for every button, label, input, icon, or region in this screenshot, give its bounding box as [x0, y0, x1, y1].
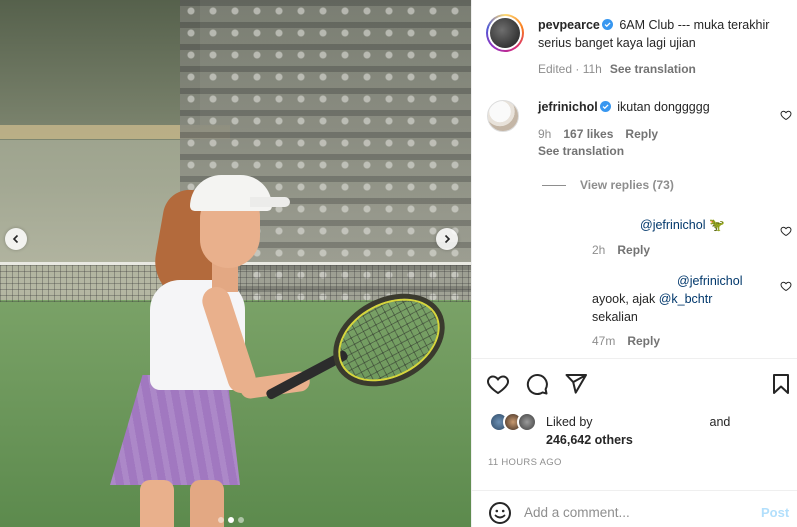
next-photo-button[interactable]	[436, 228, 458, 250]
replies-divider-line	[542, 184, 566, 186]
verified-badge-icon	[599, 101, 611, 112]
reply-like-heart-icon[interactable]	[780, 225, 792, 237]
comment-see-translation-link[interactable]: See translation	[538, 144, 624, 158]
post-actions	[486, 372, 588, 396]
comment-composer: Post	[472, 490, 797, 527]
author-username[interactable]: pevpearce	[538, 18, 600, 32]
reply-mention[interactable]: @jefrinichol	[677, 274, 743, 288]
reply-mention[interactable]: @jefrinichol	[640, 218, 706, 232]
like-heart-icon[interactable]	[486, 372, 510, 396]
comment-bubble-icon[interactable]	[525, 372, 549, 396]
comment-reply-button[interactable]: Reply	[625, 127, 658, 141]
author-avatar[interactable]	[486, 14, 524, 52]
previous-photo-button[interactable]	[5, 228, 27, 250]
skirt-pleats	[110, 375, 240, 485]
comment-like-heart-icon[interactable]	[780, 109, 792, 121]
post-comment-button[interactable]: Post	[761, 505, 789, 520]
comment-likes[interactable]: 167 likes	[563, 127, 613, 141]
comment-time: 9h	[538, 127, 552, 141]
share-paper-plane-icon[interactable]	[564, 372, 588, 396]
carousel-indicator	[218, 517, 244, 523]
liked-by-label: Liked by	[546, 415, 593, 429]
liked-and-label: and	[709, 415, 731, 429]
section-divider	[472, 358, 797, 359]
tennis-player	[100, 170, 340, 527]
emoji-smiley-icon[interactable]	[488, 501, 512, 525]
reply-meta: 47m Reply	[592, 334, 660, 348]
carousel-dot-active	[228, 517, 234, 523]
reply-like-heart-icon[interactable]	[780, 280, 792, 292]
reply-reply-button[interactable]: Reply	[617, 243, 650, 257]
save-bookmark-icon[interactable]	[769, 372, 793, 396]
liker-avatars[interactable]	[489, 412, 543, 434]
comment-meta: 9h 167 likes Reply	[538, 127, 658, 141]
reply-text: ayook, ajak @k_bchtr sekalian	[592, 290, 782, 326]
view-replies-label: View replies (73)	[580, 178, 674, 192]
comment-body: ikutan donggggg	[617, 100, 710, 114]
player-leg	[140, 480, 174, 527]
post-sidebar: pevpearce 6AM Club --- muka terakhir ser…	[471, 0, 797, 527]
reply-time: 2h	[592, 243, 606, 257]
reply-reply-button[interactable]: Reply	[627, 334, 660, 348]
likes-count-link[interactable]: 246,642 others	[546, 431, 786, 449]
chevron-left-icon	[12, 234, 19, 244]
reply-mention-line: @jefrinichol	[677, 272, 743, 290]
commenter-avatar[interactable]	[487, 100, 519, 132]
likes-summary: Liked by and 246,642 others	[546, 413, 786, 449]
liker-avatar	[517, 412, 537, 432]
reply-body-suffix: sekalian	[592, 310, 638, 324]
reply-body-prefix: ayook, ajak	[592, 292, 659, 306]
reply-text: @jefrinichol 🦖	[640, 216, 725, 234]
caption-meta: Edited · 11h See translation	[538, 62, 696, 76]
cap-brim	[250, 197, 290, 207]
reply-meta: 2h Reply	[592, 243, 650, 257]
stadium-roof	[0, 0, 200, 140]
verified-badge-icon	[601, 19, 613, 30]
edited-timestamp: Edited · 11h	[538, 62, 602, 76]
dinosaur-emoji: 🦖	[708, 218, 725, 232]
add-comment-input[interactable]	[524, 500, 744, 524]
chevron-right-icon	[444, 234, 451, 244]
carousel-dot	[218, 517, 224, 523]
reply-body-mention[interactable]: @k_bchtr	[659, 292, 713, 306]
comment-text: jefrinichol ikutan donggggg	[538, 98, 778, 116]
commenter-username[interactable]: jefrinichol	[538, 100, 598, 114]
view-replies-button[interactable]: View replies (73)	[542, 178, 674, 192]
see-translation-link[interactable]: See translation	[610, 62, 696, 76]
reply-time: 47m	[592, 334, 616, 348]
post-photo[interactable]	[0, 0, 471, 527]
post-timestamp[interactable]: 11 HOURS AGO	[488, 457, 562, 468]
post-caption: pevpearce 6AM Club --- muka terakhir ser…	[538, 16, 788, 52]
carousel-dot	[238, 517, 244, 523]
